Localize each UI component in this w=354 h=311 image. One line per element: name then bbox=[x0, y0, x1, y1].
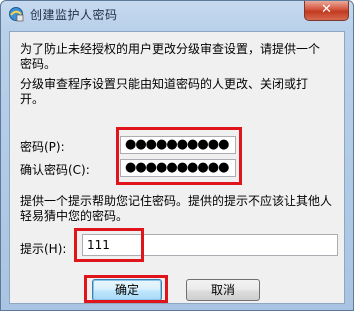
window-title: 创建监护人密码 bbox=[30, 8, 118, 22]
cancel-button[interactable]: 取消 bbox=[186, 279, 260, 301]
ok-highlight-box bbox=[84, 275, 168, 303]
intro-text: 为了防止未经授权的用户更改分级审查设置，请提供一个密码。 bbox=[20, 42, 321, 71]
close-button[interactable]: ✕ bbox=[304, 1, 349, 21]
close-icon: ✕ bbox=[321, 2, 332, 17]
intro-text-2: 分级审查程序设置只能由知道密码的人更改、关闭或打开。 bbox=[20, 77, 309, 106]
internet-options-icon bbox=[9, 7, 24, 22]
hint-highlight-box bbox=[74, 228, 144, 262]
hint-info-text: 提供一个提示帮助您记住密码。提供的提示不应该让其他人轻易猜中您的密码。 bbox=[20, 194, 333, 223]
dialog-window: 创建监护人密码 ✕ 为了防止未经授权的用户更改分级审查设置，请提供一个密码。 分… bbox=[0, 0, 354, 311]
dialog-body: 为了防止未经授权的用户更改分级审查设置，请提供一个密码。 分级审查程序设置只能由… bbox=[9, 31, 345, 304]
confirm-password-label: 确认密码(C): bbox=[20, 163, 90, 177]
password-label: 密码(P): bbox=[20, 140, 65, 154]
title-bar[interactable]: 创建监护人密码 ✕ bbox=[1, 1, 353, 29]
hint-label: 提示(H): bbox=[20, 242, 67, 256]
password-highlight-box bbox=[116, 127, 242, 185]
